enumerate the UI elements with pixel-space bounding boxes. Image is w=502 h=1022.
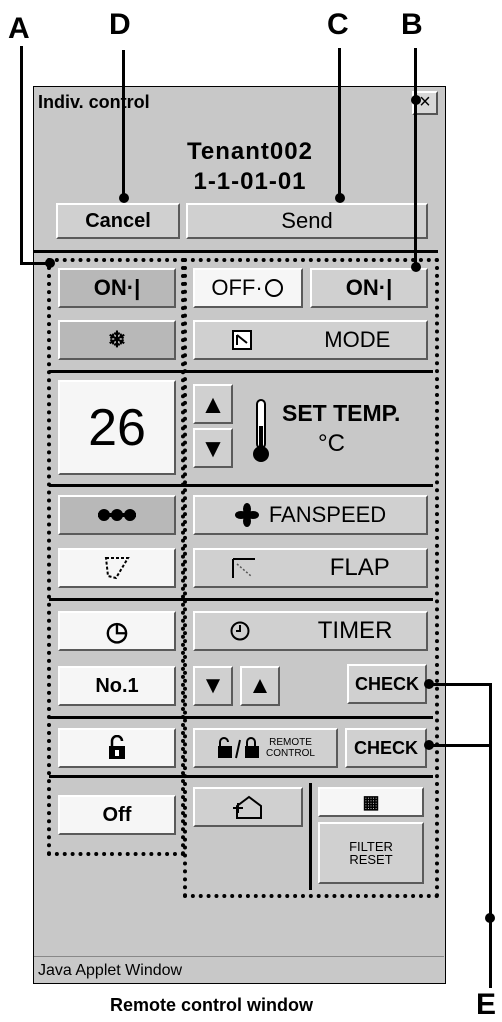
window-title: Indiv. control bbox=[38, 92, 150, 112]
leader-dot-e bbox=[424, 679, 434, 689]
leader-dot-d bbox=[119, 193, 129, 203]
cancel-button[interactable]: Cancel bbox=[56, 203, 180, 239]
leader-line-a bbox=[20, 46, 23, 264]
callout-c: C bbox=[327, 8, 349, 41]
callout-d: D bbox=[109, 8, 131, 41]
callout-a: A bbox=[8, 12, 30, 45]
divider bbox=[34, 250, 438, 253]
status-column-outline bbox=[47, 258, 185, 856]
leader-line-e bbox=[430, 683, 492, 686]
unit-address: 1-1-01-01 bbox=[193, 168, 307, 195]
status-bar: Java Applet Window bbox=[34, 956, 444, 983]
leader-dot-e bbox=[485, 913, 495, 923]
leader-dot-b bbox=[411, 262, 421, 272]
callout-b: B bbox=[401, 8, 423, 41]
leader-line-d bbox=[122, 50, 125, 200]
leader-dot-e bbox=[424, 740, 434, 750]
leader-line-e bbox=[489, 683, 492, 988]
tenant-name: Tenant002 bbox=[187, 138, 313, 165]
send-label: Send bbox=[281, 208, 333, 233]
callout-e: E bbox=[476, 988, 497, 1021]
leader-line-b bbox=[414, 48, 417, 266]
leader-line-e bbox=[430, 744, 492, 747]
leader-dot-b bbox=[411, 95, 421, 105]
leader-line-c bbox=[338, 48, 341, 200]
control-column-outline bbox=[183, 258, 439, 898]
leader-dot-c bbox=[335, 193, 345, 203]
send-button[interactable]: Send bbox=[186, 203, 428, 239]
cancel-label: Cancel bbox=[85, 209, 151, 232]
leader-dot-a bbox=[45, 258, 55, 268]
figure-caption: Remote control window bbox=[110, 995, 314, 1015]
